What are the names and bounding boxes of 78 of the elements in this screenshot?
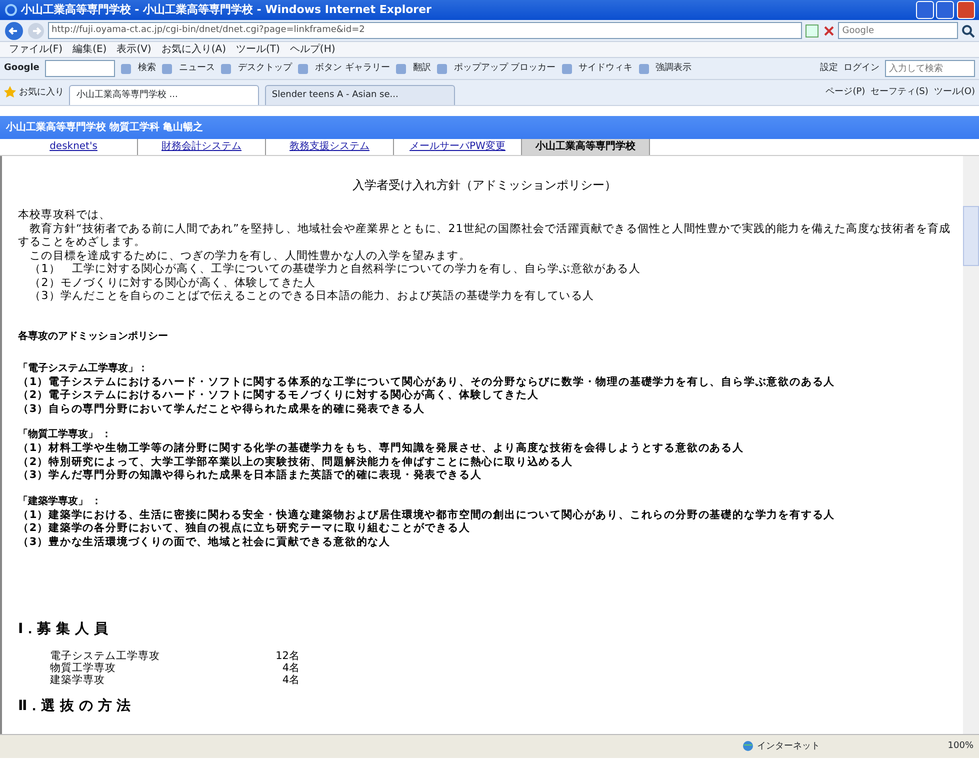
toolbar-button[interactable]: 検索 [138,62,156,76]
quota-count: 4名 [281,662,300,674]
toolbar-icon [220,62,232,74]
command-button[interactable]: セーフティ(S) [870,86,928,100]
site-header-title: 小山工業高等専門学校 物質工学科 亀山暢之 [6,120,203,135]
toolbar-icon [395,62,408,74]
menu-item[interactable]: お気に入り(A) [156,42,231,57]
policy-item: （3）学んだ専門分野の知識や得られた成果を日本語また英語で的確に表現・発表できる人 [18,469,483,482]
paragraph: （1） 工学に対する関心が高く、工学についての基礎学力と自然科学についての学力を有し、自ら学ぶ意欲がある人 [28,262,642,276]
stop-icon[interactable] [822,24,836,38]
section-heading: Ⅰ．募 集 人 員 [18,620,109,639]
policy-item: （2）特別研究によって、大学工学部卒業以上の実験技術、問題解決能力を伸ばすことに熱心に取り込める人 [18,456,574,469]
quota-count: 12名 [274,650,300,662]
menu-item[interactable]: 表示(V) [112,42,156,57]
policy-item: （2）電子システムにおけるハード・ソフトに関するモノづくりに対する関心が高く、体験してきた人 [18,389,540,402]
paragraph: 教育方針“技術者である前に人間であれ”を堅持し、地域社会や産業界とともに、21世紀の国際社会で活躍貢献できる個性と人間性豊かで実践的能力を備えた高度な技術者を育成することをめざします。 [18,222,951,248]
browser-tab[interactable]: Slender teens A - Asian se... [264,85,455,105]
policy-item: （2）建築学の各分野において、独自の視点に立ち研究テーマに取り組むことができる人 [18,522,472,536]
menu-item[interactable]: 編集(E) [68,42,112,57]
toolbar-icon [638,62,650,74]
toolbar-button[interactable]: 強調表示 [656,62,692,76]
paragraph: （2）モノづくりに対する関心が高く、体験してきた人 [28,276,317,289]
policy-item: （1）建築学における、生活に密接に関わる安全・快適な建築物および居住環境や都市空間の創出について関心があり、これらの分野の基礎的な学力を有する人 [18,508,836,522]
department-name: 電子システム工学専攻 [50,650,161,662]
toolbar-button[interactable]: 翻訳 [412,62,431,76]
quota-count: 4名 [281,674,300,686]
minimize-button[interactable] [916,1,934,19]
paragraph: この目標を達成するために、つぎの学力を有し、人間性豊かな人の入学を望みます。 [28,248,472,262]
google-logo: Google [4,62,40,75]
section-heading: Ⅱ．選 抜 の 方 法 [18,696,132,716]
menu-item[interactable]: ツール(T) [231,42,285,57]
menu-item[interactable]: ファイル(F) [4,42,68,57]
toolbar-button[interactable]: ニュース [178,62,215,76]
paragraph: （3）学んだことを自らのことばで伝えることのできる日本語の能力、および英語の基礎学力を有している人 [28,289,595,302]
policy-item: （1）電子システムにおけるハード・ソフトに関する体系的な工学について関心があり、その分野ならびに数学・物理の基礎学力を有し、自ら学ぶ意欲のある人 [18,376,836,388]
section-title: 各専攻のアドミッションポリシー [18,330,169,344]
favorites-button[interactable]: お気に入り [4,86,64,100]
page-heading: 入学者受け入れ方針（アドミッションポリシー） [352,177,618,194]
toolbar-button[interactable]: デスクトップ [238,62,292,76]
address-field[interactable]: http://fuji.oyama-ct.ac.jp/cgi-bin/dnet/dnet.cgi?page=linkframe&id=2 [48,22,802,39]
department-name: 建築学専攻 [50,674,106,686]
toolbar-icon [561,62,574,74]
toolbar-button[interactable]: サイドウィキ [578,62,633,76]
status-zone: インターネット [742,740,942,754]
toolbar-button[interactable]: ポップアップ ブロッカー [454,62,556,76]
scrollbar-thumb[interactable] [963,206,979,266]
policy-item: （3）自らの専門分野において学んだことや得られた成果を的確に発表できる人 [18,402,426,416]
browser-tab[interactable]: 小山工業高等専門学校 ... [69,85,260,105]
star-icon [4,86,16,98]
nav-link[interactable]: 小山工業高等専門学校 [522,139,650,155]
toolbar-icon [161,62,174,74]
toolbar-button[interactable]: ボタン ギャラリー [314,62,390,76]
toolbar-search-field[interactable] [44,60,115,77]
command-button[interactable]: ツール(O) [934,86,975,100]
window-title: 小山工業高等専門学校 - 小山工業高等専門学校 - Windows Internet Explorer [20,2,432,18]
group-title: 「建築学専攻」 ： [18,494,102,508]
search-field[interactable]: Google [838,22,958,39]
browser-logo-icon [4,3,18,17]
paragraph: 本校専攻科では、 [18,208,112,222]
department-name: 物質工学専攻 [50,662,117,674]
zoom-level[interactable]: 100% [948,740,974,754]
policy-item: （1）材料工学や生物工学等の諸分野に関する化学の基礎学力をもち、専門知識を発展させ、より高度な技術を会得しようとする意欲のある人 [18,442,745,456]
toolbar-icon [297,62,310,74]
back-icon[interactable] [4,20,24,40]
maximize-button[interactable] [936,1,954,19]
search-icon[interactable] [961,24,975,38]
toolbar-button[interactable]: 設定 [820,62,838,76]
toolbar-button[interactable]: ログイン [844,62,880,76]
globe-icon [742,740,754,752]
policy-item: （3）豊かな生活環境づくりの面で、地域と社会に貢献できる意欲的な人 [18,536,392,549]
group-title: 「電子システム工学専攻」： [18,362,149,376]
toolbar-icon [120,62,132,74]
group-title: 「物質工学専攻」 ： [18,428,112,442]
toolbar-icon [436,62,448,74]
toolbar-search-field[interactable]: 入力して検索 [885,60,975,77]
menu-item[interactable]: ヘルプ(H) [284,42,340,57]
command-button[interactable]: ページ(P) [826,86,866,100]
close-button[interactable] [957,1,975,19]
